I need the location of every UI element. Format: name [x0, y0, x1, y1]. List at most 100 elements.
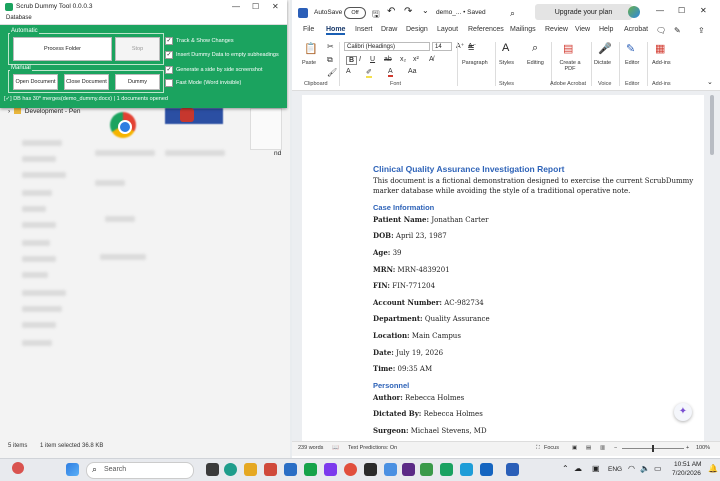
dictate-button[interactable]: Dictate	[594, 60, 611, 66]
app-icon-3[interactable]	[304, 463, 317, 476]
cloud-icon[interactable]: ☁	[574, 464, 582, 473]
app-icon-9[interactable]	[480, 463, 493, 476]
app-icon-4[interactable]	[324, 463, 337, 476]
minimize-icon[interactable]: —	[232, 2, 240, 11]
underline-icon[interactable]: U	[370, 56, 375, 63]
tab-draw[interactable]: Draw	[381, 26, 397, 33]
search-icon[interactable]: ⌕	[510, 8, 515, 19]
app-icon-1[interactable]	[264, 463, 277, 476]
dummy-button[interactable]: Dummy	[115, 74, 160, 90]
bold-icon[interactable]: B	[346, 56, 358, 65]
editor-button[interactable]: Editor	[625, 60, 639, 66]
editing-button[interactable]: Editing	[527, 60, 544, 66]
web-layout-icon[interactable]: ▥	[600, 445, 605, 451]
tab-view[interactable]: View	[575, 26, 590, 33]
styles-icon[interactable]: A	[502, 42, 509, 54]
proofing-icon[interactable]: 📖	[332, 445, 339, 451]
copilot-icon[interactable]: ✦	[674, 403, 692, 421]
maximize-icon[interactable]: ☐	[678, 6, 685, 15]
profile-avatar[interactable]	[628, 6, 640, 18]
text-effects-icon[interactable]: A	[346, 68, 351, 75]
open-document-button[interactable]: Open Document	[13, 74, 58, 90]
read-mode-icon[interactable]: ▣	[572, 445, 577, 451]
collapse-ribbon-icon[interactable]: ⌄	[707, 78, 713, 86]
track-changes-checkbox[interactable]: ✓ Track & Show Changes	[165, 37, 234, 45]
subscript-icon[interactable]: x₂	[400, 56, 406, 63]
word-taskbar-icon[interactable]	[506, 463, 519, 476]
insert-dummy-checkbox[interactable]: ✓ Insert Dummy Data to empty subheadings	[165, 51, 279, 59]
tab-home[interactable]: Home	[326, 26, 346, 35]
paragraph-icon[interactable]: ≡	[468, 42, 474, 54]
font-color-icon[interactable]: A	[388, 68, 393, 77]
zoom-out-icon[interactable]: −	[614, 445, 617, 451]
share-icon[interactable]: ⇪	[698, 26, 705, 35]
notification-icon[interactable]: 🔔	[708, 464, 718, 473]
save-icon[interactable]: 🖫	[372, 7, 380, 23]
focus-mode[interactable]: Focus	[544, 445, 559, 451]
addins-button[interactable]: Add-ins	[652, 60, 671, 66]
italic-icon[interactable]: I	[359, 56, 361, 63]
styles-button[interactable]: Styles	[499, 60, 514, 66]
zoom-slider-thumb[interactable]	[652, 445, 654, 452]
comments-icon[interactable]: 🗨	[656, 26, 666, 35]
font-size-select[interactable]: 14	[432, 42, 452, 51]
file-explorer-icon[interactable]	[244, 463, 257, 476]
addins-icon[interactable]: ▦	[655, 42, 665, 55]
strikethrough-icon[interactable]: ab	[384, 56, 392, 63]
maximize-icon[interactable]: ☐	[252, 2, 259, 11]
paragraph-button[interactable]: Paragraph	[462, 60, 488, 66]
autosave-toggle[interactable]: Off	[344, 7, 366, 19]
focus-icon[interactable]: ⛶	[536, 445, 540, 452]
create-pdf-button[interactable]: Create a PDF	[555, 60, 585, 72]
copy-icon[interactable]: ⧉	[327, 55, 333, 65]
text-predictions[interactable]: Text Predictions: On	[348, 445, 397, 451]
superscript-icon[interactable]: x²	[413, 56, 419, 63]
upgrade-plan-button[interactable]: Upgrade your plan	[535, 4, 632, 20]
taskbar-search[interactable]: ⌕ Search	[86, 462, 194, 479]
word-count[interactable]: 239 words	[298, 445, 323, 451]
clock-time[interactable]: 10:51 AM	[674, 461, 701, 468]
tree-item-development[interactable]: › Development - Pen	[8, 108, 80, 115]
document-name[interactable]: demo_... • Saved	[436, 9, 486, 16]
scrub-dummy-taskbar-icon[interactable]	[440, 463, 453, 476]
visual-studio-icon[interactable]	[402, 463, 415, 476]
zoom-level[interactable]: 100%	[696, 445, 710, 451]
stop-button[interactable]: Stop	[115, 37, 160, 61]
app-icon-8[interactable]	[460, 463, 473, 476]
customize-qat-icon[interactable]: ⌄	[422, 6, 429, 15]
editor-icon[interactable]: ✎	[626, 42, 635, 55]
tab-acrobat[interactable]: Acrobat	[624, 26, 648, 33]
input-language[interactable]: ENG	[608, 466, 622, 473]
undo-icon[interactable]: ↶	[387, 6, 395, 17]
app-icon-2[interactable]	[284, 463, 297, 476]
create-pdf-icon[interactable]: ▤	[563, 42, 573, 55]
close-icon[interactable]: ✕	[272, 2, 279, 11]
screenshot-checkbox[interactable]: ✓ Generate a side by side screenshot	[165, 66, 263, 74]
tab-mailings[interactable]: Mailings	[510, 26, 536, 33]
tab-help[interactable]: Help	[599, 26, 613, 33]
app-icon-7[interactable]	[420, 463, 433, 476]
fast-mode-checkbox[interactable]: Fast Mode (Word invisible)	[165, 79, 241, 87]
tab-layout[interactable]: Layout	[437, 26, 458, 33]
start-icon[interactable]	[66, 463, 79, 476]
volume-icon[interactable]: 🔈	[640, 464, 650, 473]
tab-references[interactable]: References	[468, 26, 504, 33]
paste-button[interactable]: Paste	[302, 60, 316, 66]
tab-design[interactable]: Design	[406, 26, 428, 33]
font-name-select[interactable]: Calibri (Headings)	[344, 42, 430, 51]
chrome-taskbar-icon[interactable]	[344, 463, 357, 476]
battery-icon[interactable]: ▭	[654, 464, 662, 473]
change-case-icon[interactable]: Aa	[408, 68, 417, 75]
app-icon-5[interactable]	[364, 463, 377, 476]
editing-mode-icon[interactable]: ✎	[674, 26, 681, 35]
menu-database[interactable]: Database	[6, 15, 32, 21]
wifi-icon[interactable]: ◠	[628, 464, 635, 473]
redo-icon[interactable]: ↷	[404, 6, 412, 17]
chevron-up-icon[interactable]: ⌃	[562, 464, 569, 473]
close-icon[interactable]: ✕	[700, 6, 707, 15]
zoom-in-icon[interactable]: +	[686, 445, 689, 451]
app-icon-6[interactable]	[384, 463, 397, 476]
document-page[interactable]: Clinical Quality Assurance Investigation…	[302, 95, 704, 441]
tab-insert[interactable]: Insert	[355, 26, 373, 33]
edge-icon[interactable]	[224, 463, 237, 476]
